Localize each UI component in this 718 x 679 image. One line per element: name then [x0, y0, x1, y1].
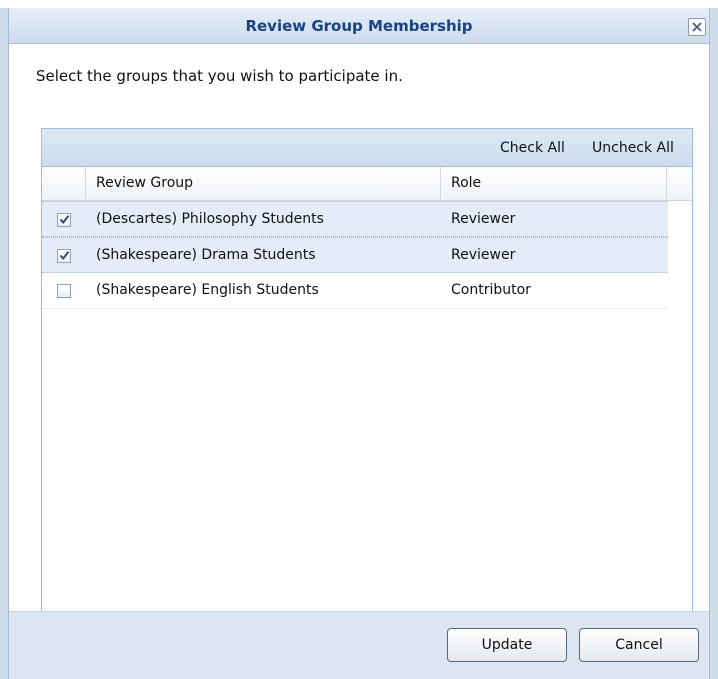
review-group-cell: (Shakespeare) Drama Students [96, 247, 316, 263]
instruction-text: Select the groups that you wish to parti… [36, 67, 403, 85]
review-group-cell: (Descartes) Philosophy Students [96, 211, 324, 227]
header-filler [667, 167, 692, 200]
checkmark-icon [59, 215, 70, 225]
header-review-group[interactable]: Review Group [86, 167, 441, 200]
dialog-content: Select the groups that you wish to parti… [9, 44, 709, 634]
grid-rows: (Descartes) Philosophy Students Reviewer… [42, 201, 668, 309]
role-cell: Contributor [451, 282, 531, 298]
review-group-cell: (Shakespeare) English Students [96, 282, 319, 298]
dialog-frame-left [0, 8, 9, 679]
check-all-button[interactable]: Check All [500, 140, 565, 156]
table-row[interactable]: (Descartes) Philosophy Students Reviewer [42, 201, 668, 237]
dialog-titlebar: Review Group Membership [9, 8, 709, 44]
dialog-title: Review Group Membership [245, 17, 473, 35]
row-checkbox[interactable] [57, 249, 71, 263]
row-checkbox[interactable] [57, 213, 71, 227]
role-cell: Reviewer [451, 211, 516, 227]
grid-toolbar: Check All Uncheck All [42, 129, 692, 167]
dialog-footer: Update Cancel [9, 611, 709, 679]
role-cell: Reviewer [451, 247, 516, 263]
row-checkbox[interactable] [57, 284, 71, 298]
close-icon [692, 22, 702, 32]
header-role[interactable]: Role [441, 167, 667, 200]
header-checkbox-column [42, 167, 86, 200]
review-group-grid: Check All Uncheck All Review Group Role … [41, 128, 693, 634]
close-button[interactable] [688, 18, 706, 36]
uncheck-all-button[interactable]: Uncheck All [592, 140, 674, 156]
table-row[interactable]: (Shakespeare) Drama Students Reviewer [42, 237, 668, 273]
cancel-button[interactable]: Cancel [579, 628, 699, 662]
dialog-frame-right [709, 8, 718, 679]
checkmark-icon [59, 251, 70, 261]
table-row[interactable]: (Shakespeare) English Students Contribut… [42, 273, 668, 309]
update-button[interactable]: Update [447, 628, 567, 662]
grid-header: Review Group Role [42, 167, 692, 201]
